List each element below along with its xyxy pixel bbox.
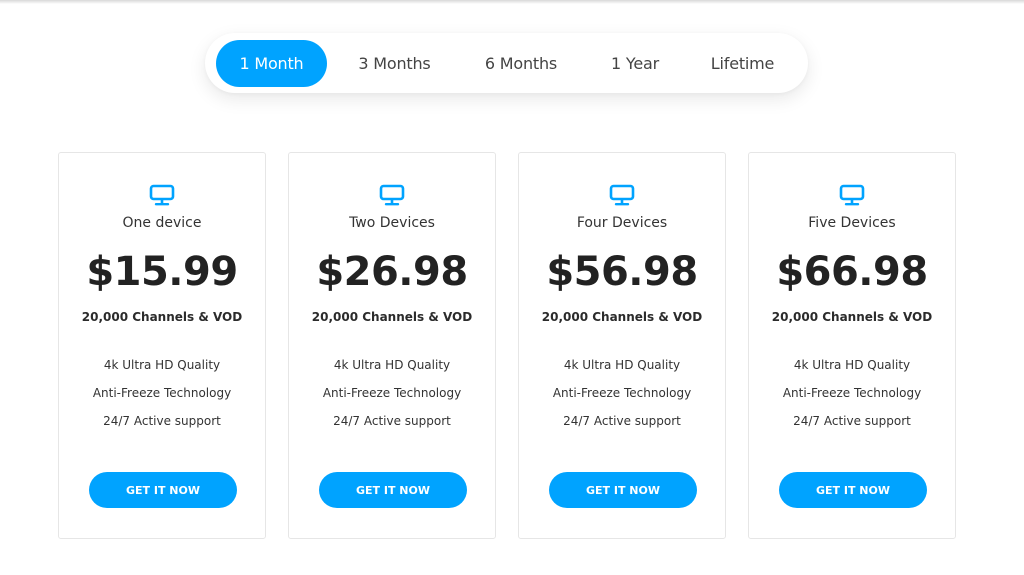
header-shadow (0, 0, 1024, 4)
pricing-card-five-devices: Five Devices $66.98 20,000 Channels & VO… (748, 152, 956, 539)
plan-channels: 20,000 Channels & VOD (771, 310, 933, 324)
tab-1-month[interactable]: 1 Month (216, 39, 327, 87)
plan-price: $66.98 (776, 249, 928, 295)
feature-item: Anti-Freeze Technology (92, 386, 232, 400)
plan-price: $26.98 (316, 249, 468, 295)
get-it-now-button[interactable]: GET IT NOW (89, 472, 237, 508)
get-it-now-button[interactable]: GET IT NOW (779, 472, 927, 508)
feature-list: 4k Ultra HD Quality Anti-Freeze Technolo… (519, 357, 725, 441)
feature-list: 4k Ultra HD Quality Anti-Freeze Technolo… (749, 357, 955, 441)
feature-item: 24/7 Active support (793, 414, 911, 428)
plan-name: Two Devices (349, 215, 435, 231)
pricing-card-one-device: One device $15.99 20,000 Channels & VOD … (58, 152, 266, 539)
feature-item: 4k Ultra HD Quality (103, 358, 221, 372)
plan-channels: 20,000 Channels & VOD (311, 310, 473, 324)
feature-list: 4k Ultra HD Quality Anti-Freeze Technolo… (59, 357, 265, 441)
feature-list: 4k Ultra HD Quality Anti-Freeze Technolo… (289, 357, 495, 441)
monitor-icon (289, 184, 495, 206)
plan-channels: 20,000 Channels & VOD (541, 310, 703, 324)
feature-item: 24/7 Active support (563, 414, 681, 428)
feature-item: 24/7 Active support (103, 414, 221, 428)
feature-item: 24/7 Active support (333, 414, 451, 428)
plan-name: Four Devices (576, 215, 668, 231)
pricing-card-four-devices: Four Devices $56.98 20,000 Channels & VO… (518, 152, 726, 539)
tab-lifetime[interactable]: Lifetime (690, 40, 795, 87)
pricing-cards: One device $15.99 20,000 Channels & VOD … (58, 152, 956, 539)
feature-item: 4k Ultra HD Quality (793, 358, 911, 372)
feature-item: Anti-Freeze Technology (782, 386, 922, 400)
get-it-now-button[interactable]: GET IT NOW (319, 472, 467, 508)
plan-price: $56.98 (546, 249, 698, 295)
plan-channels: 20,000 Channels & VOD (81, 310, 243, 324)
monitor-icon (749, 184, 955, 206)
feature-item: 4k Ultra HD Quality (563, 358, 681, 372)
monitor-icon (519, 184, 725, 206)
plan-name: One device (122, 215, 202, 231)
plan-price: $15.99 (86, 249, 238, 295)
plan-name: Five Devices (808, 215, 896, 231)
tab-1-year[interactable]: 1 Year (580, 40, 690, 87)
get-it-now-button[interactable]: GET IT NOW (549, 472, 697, 508)
feature-item: Anti-Freeze Technology (552, 386, 692, 400)
billing-period-tabs: 1 Month 3 Months 6 Months 1 Year Lifetim… (205, 33, 808, 93)
monitor-icon (59, 184, 265, 206)
pricing-card-two-devices: Two Devices $26.98 20,000 Channels & VOD… (288, 152, 496, 539)
feature-item: Anti-Freeze Technology (322, 386, 462, 400)
tab-6-months[interactable]: 6 Months (462, 40, 580, 87)
feature-item: 4k Ultra HD Quality (333, 358, 451, 372)
tab-3-months[interactable]: 3 Months (327, 40, 462, 87)
